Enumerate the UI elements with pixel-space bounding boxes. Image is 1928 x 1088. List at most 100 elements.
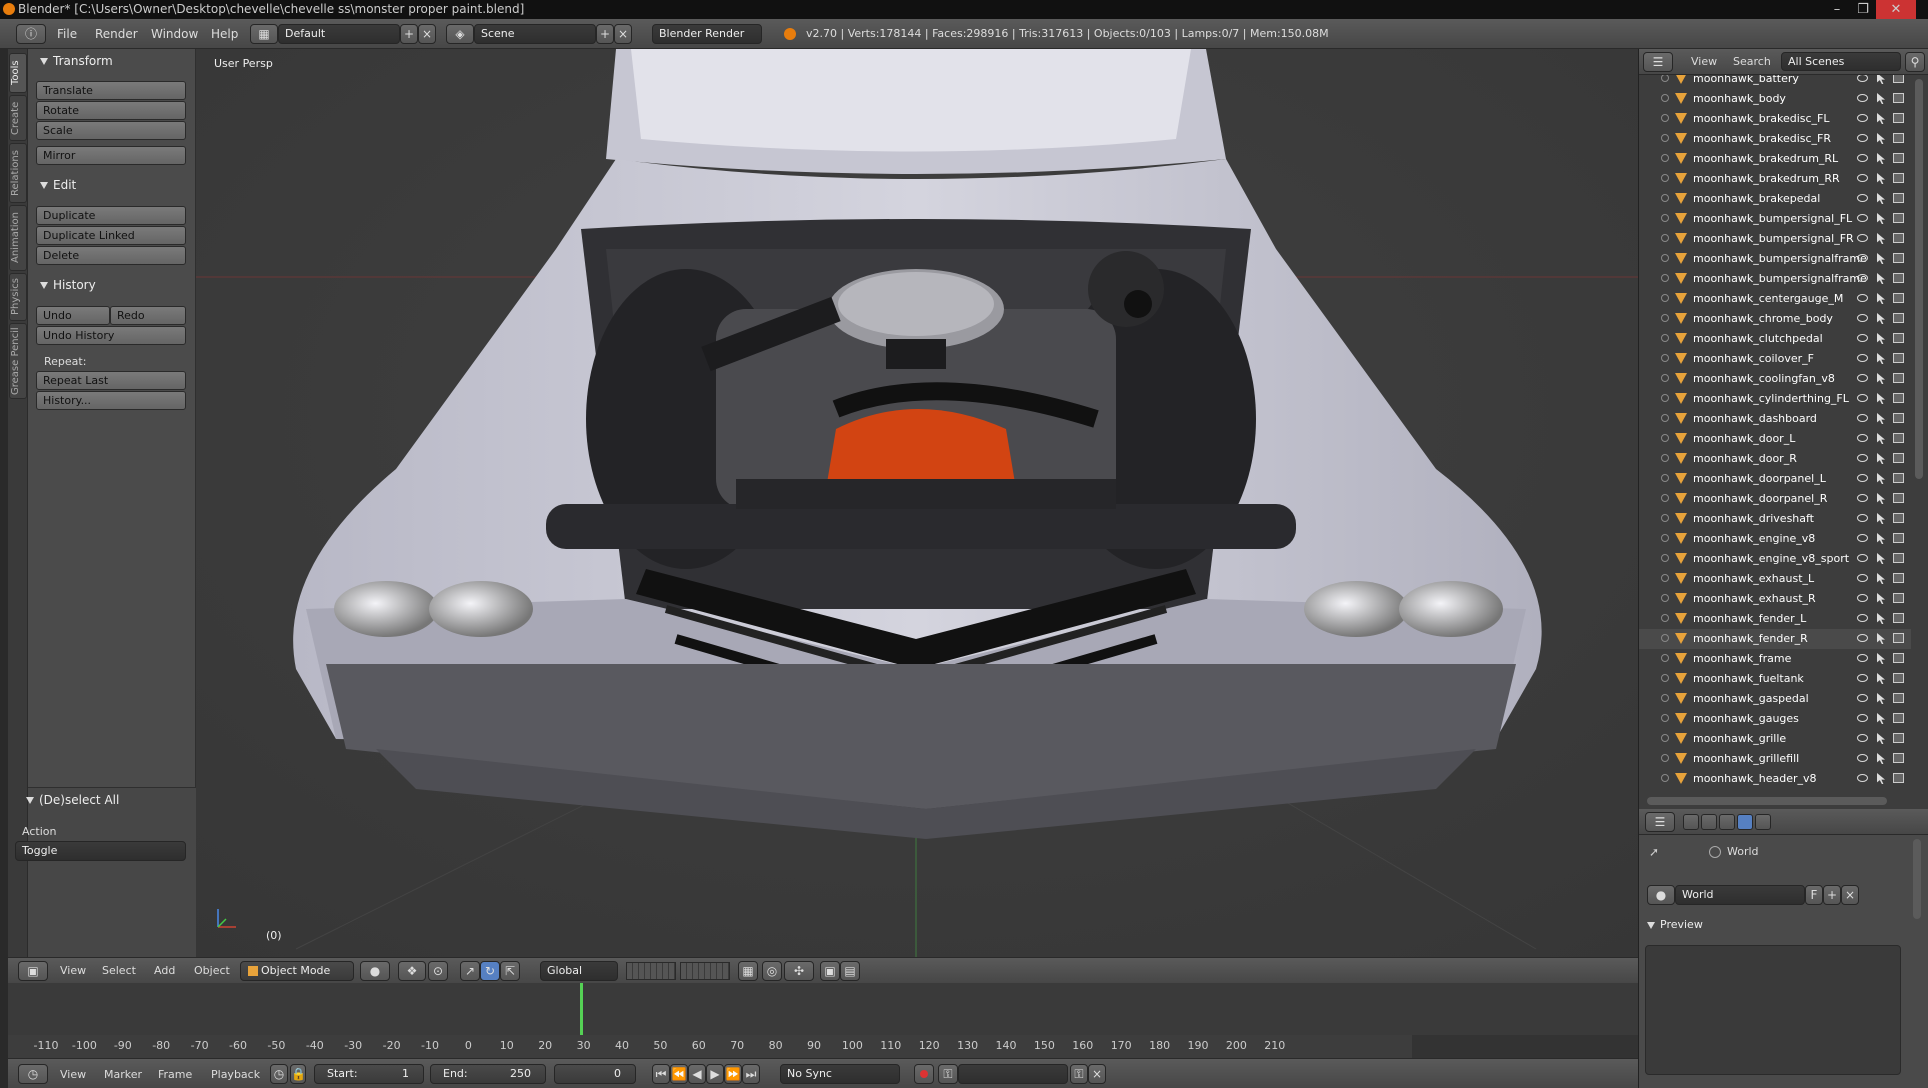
panel-history[interactable]: History — [32, 275, 192, 295]
delete-button[interactable]: Delete — [36, 246, 186, 265]
outliner-row[interactable]: moonhawk_gaspedal — [1639, 689, 1911, 709]
menu-select[interactable]: Select — [102, 964, 136, 977]
outliner-search-menu[interactable]: Search — [1733, 55, 1771, 68]
world-unlink-button[interactable]: × — [1841, 885, 1859, 905]
menu-view[interactable]: View — [60, 964, 86, 977]
visibility-icon[interactable] — [1857, 654, 1868, 662]
visibility-icon[interactable] — [1857, 274, 1868, 282]
duplicate-linked-button[interactable]: Duplicate Linked — [36, 226, 186, 245]
renderable-icon[interactable] — [1893, 273, 1904, 283]
expand-icon[interactable] — [1661, 174, 1669, 182]
proportional-edit-icon[interactable]: ◎ — [762, 961, 782, 981]
visibility-icon[interactable] — [1857, 194, 1868, 202]
visibility-icon[interactable] — [1857, 594, 1868, 602]
object-name[interactable]: moonhawk_door_R — [1693, 449, 1797, 469]
object-name[interactable]: moonhawk_gauges — [1693, 709, 1799, 729]
action-select[interactable]: Toggle — [15, 841, 186, 861]
sync-select[interactable]: No Sync — [780, 1064, 900, 1084]
renderable-icon[interactable] — [1893, 193, 1904, 203]
editor-type-button[interactable]: ◷ — [18, 1064, 48, 1084]
outliner-row[interactable]: moonhawk_grillefill — [1639, 749, 1911, 769]
expand-icon[interactable] — [1661, 234, 1669, 242]
shading-select[interactable]: ● — [360, 961, 390, 981]
renderable-icon[interactable] — [1893, 233, 1904, 243]
menu-add[interactable]: Add — [154, 964, 175, 977]
pin-icon[interactable]: ➚ — [1649, 845, 1659, 859]
expand-icon[interactable] — [1661, 494, 1669, 502]
selectable-icon[interactable] — [1877, 433, 1885, 444]
menu-render[interactable]: Render — [95, 27, 138, 41]
jump-keyframe-back-icon[interactable]: ⏪ — [670, 1064, 688, 1084]
expand-icon[interactable] — [1661, 214, 1669, 222]
layout-add-button[interactable]: + — [400, 24, 418, 44]
selectable-icon[interactable] — [1877, 353, 1885, 364]
object-name[interactable]: moonhawk_doorpanel_L — [1693, 469, 1826, 489]
outliner-hscrollbar[interactable] — [1647, 797, 1887, 805]
expand-icon[interactable] — [1661, 754, 1669, 762]
expand-icon[interactable] — [1661, 114, 1669, 122]
opengl-render-icon[interactable]: ▣ — [820, 961, 840, 981]
visibility-icon[interactable] — [1857, 314, 1868, 322]
renderable-icon[interactable] — [1893, 673, 1904, 683]
renderable-icon[interactable] — [1893, 473, 1904, 483]
outliner-row[interactable]: moonhawk_gauges — [1639, 709, 1911, 729]
expand-icon[interactable] — [1661, 334, 1669, 342]
selectable-icon[interactable] — [1877, 313, 1885, 324]
panel-transform[interactable]: Transform — [32, 51, 192, 71]
jump-keyframe-forward-icon[interactable]: ⏩ — [724, 1064, 742, 1084]
visibility-icon[interactable] — [1857, 294, 1868, 302]
panel-preview[interactable]: Preview — [1639, 915, 1799, 935]
record-icon[interactable] — [914, 1064, 934, 1084]
object-name[interactable]: moonhawk_coolingfan_v8 — [1693, 369, 1835, 389]
panel-edit[interactable]: Edit — [32, 175, 192, 195]
expand-icon[interactable] — [1661, 674, 1669, 682]
renderable-icon[interactable] — [1893, 373, 1904, 383]
expand-icon[interactable] — [1661, 194, 1669, 202]
scene-field[interactable]: Scene — [474, 24, 596, 44]
object-name[interactable]: moonhawk_header_v8 — [1693, 769, 1817, 789]
visibility-icon[interactable] — [1857, 454, 1868, 462]
start-frame-field[interactable]: Start: 1 — [314, 1064, 424, 1084]
selectable-icon[interactable] — [1877, 233, 1885, 244]
selectable-icon[interactable] — [1877, 293, 1885, 304]
scenes-select[interactable]: All Scenes — [1781, 52, 1901, 71]
delete-keyframe-icon[interactable]: × — [1088, 1064, 1106, 1084]
object-name[interactable]: moonhawk_bumpersignal_FL — [1693, 209, 1852, 229]
visibility-icon[interactable] — [1857, 734, 1868, 742]
object-name[interactable]: moonhawk_bumpersignal_FR — [1693, 229, 1854, 249]
object-name[interactable]: moonhawk_engine_v8_sport — [1693, 549, 1849, 569]
texture-icon[interactable] — [1755, 814, 1771, 830]
scale-manipulator-icon[interactable]: ⇱ — [500, 961, 520, 981]
menu-frame[interactable]: Frame — [158, 1068, 192, 1081]
expand-icon[interactable] — [1661, 514, 1669, 522]
expand-icon[interactable] — [1661, 274, 1669, 282]
renderable-icon[interactable] — [1893, 313, 1904, 323]
outliner-row[interactable]: moonhawk_brakedrum_RL — [1639, 149, 1911, 169]
outliner-scrollbar[interactable] — [1915, 79, 1923, 479]
outliner-row[interactable]: moonhawk_engine_v8_sport — [1639, 549, 1911, 569]
outliner-row[interactable]: moonhawk_fender_R — [1639, 629, 1911, 649]
rotate-manipulator-icon[interactable]: ↻ — [480, 961, 500, 981]
renderable-icon[interactable] — [1893, 293, 1904, 303]
orientation-select[interactable]: Global — [540, 961, 618, 981]
selectable-icon[interactable] — [1877, 333, 1885, 344]
selectable-icon[interactable] — [1877, 593, 1885, 604]
expand-icon[interactable] — [1661, 694, 1669, 702]
expand-icon[interactable] — [1661, 75, 1669, 82]
expand-icon[interactable] — [1661, 254, 1669, 262]
visibility-icon[interactable] — [1857, 214, 1868, 222]
visibility-icon[interactable] — [1857, 434, 1868, 442]
selectable-icon[interactable] — [1877, 693, 1885, 704]
visibility-icon[interactable] — [1857, 234, 1868, 242]
object-name[interactable]: moonhawk_dashboard — [1693, 409, 1817, 429]
object-name[interactable]: moonhawk_chrome_body — [1693, 309, 1833, 329]
scale-button[interactable]: Scale — [36, 121, 186, 140]
tab-animation[interactable]: Animation — [9, 205, 27, 271]
visibility-icon[interactable] — [1857, 754, 1868, 762]
object-name[interactable]: moonhawk_clutchpedal — [1693, 329, 1823, 349]
object-name[interactable]: moonhawk_frame — [1693, 649, 1791, 669]
visibility-icon[interactable] — [1857, 514, 1868, 522]
renderable-icon[interactable] — [1893, 75, 1904, 83]
menu-marker[interactable]: Marker — [104, 1068, 142, 1081]
outliner-row[interactable]: moonhawk_doorpanel_L — [1639, 469, 1911, 489]
